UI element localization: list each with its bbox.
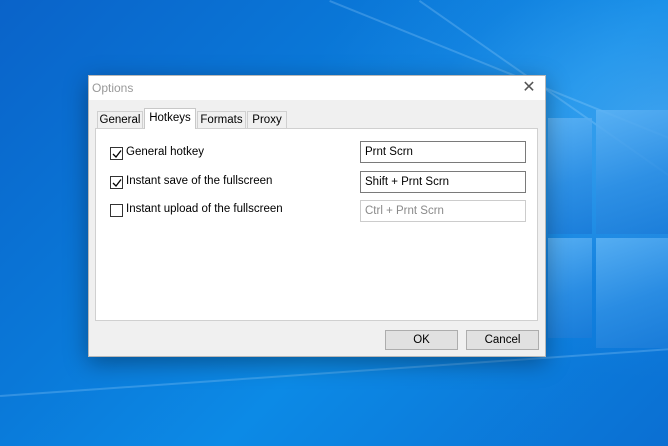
options-dialog: Options ✕ General Hotkeys Formats Proxy … <box>88 75 546 357</box>
windows-logo <box>548 110 668 348</box>
checkmark-icon <box>112 179 122 187</box>
title-bar[interactable]: Options ✕ <box>89 76 545 100</box>
ok-button[interactable]: OK <box>385 330 458 350</box>
windows-logo-pane <box>596 238 668 348</box>
general-hotkey-field[interactable]: Prnt Scrn <box>360 141 526 163</box>
instant-upload-field: Ctrl + Prnt Scrn <box>360 200 526 222</box>
window-title: Options <box>92 81 134 95</box>
instant-upload-label[interactable]: Instant upload of the fullscreen <box>126 203 283 215</box>
instant-save-checkbox[interactable] <box>110 176 123 189</box>
windows-logo-pane <box>548 238 592 338</box>
windows-logo-pane <box>596 110 668 234</box>
hotkeys-panel: General hotkey Prnt Scrn Instant save of… <box>95 128 538 321</box>
instant-save-field[interactable]: Shift + Prnt Scrn <box>360 171 526 193</box>
general-hotkey-label[interactable]: General hotkey <box>126 146 204 158</box>
close-icon[interactable]: ✕ <box>513 76 545 100</box>
cancel-button[interactable]: Cancel <box>466 330 539 350</box>
instant-save-label[interactable]: Instant save of the fullscreen <box>126 175 272 187</box>
checkmark-icon <box>112 150 122 158</box>
tab-hotkeys[interactable]: Hotkeys <box>144 108 196 129</box>
tab-general[interactable]: General <box>97 111 143 128</box>
tab-proxy[interactable]: Proxy <box>247 111 287 128</box>
tab-formats[interactable]: Formats <box>197 111 246 128</box>
instant-upload-checkbox[interactable] <box>110 204 123 217</box>
windows-logo-pane <box>548 118 592 234</box>
general-hotkey-checkbox[interactable] <box>110 147 123 160</box>
